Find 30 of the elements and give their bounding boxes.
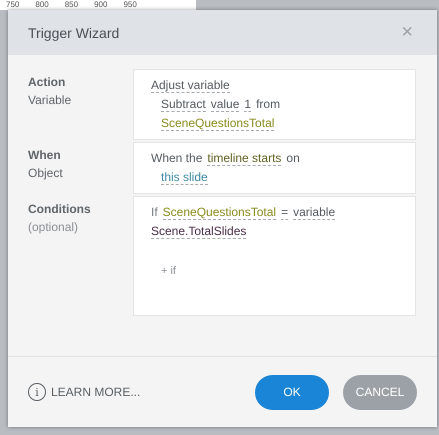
- option-link[interactable]: Subtract: [161, 97, 206, 112]
- rule-text: on: [286, 151, 300, 165]
- option-link[interactable]: 1: [244, 97, 252, 112]
- dialog-title: Trigger Wizard: [28, 24, 120, 40]
- option-link[interactable]: =: [281, 205, 288, 220]
- option-link[interactable]: SceneQuestionsTotal: [162, 205, 276, 220]
- ruler-label: 800: [35, 0, 49, 10]
- option-link[interactable]: timeline starts: [207, 151, 282, 166]
- option-link[interactable]: SceneQuestionsTotal: [161, 116, 274, 131]
- row-label: Variable: [28, 93, 72, 107]
- row-label: Conditions: [28, 202, 92, 216]
- option-link[interactable]: Adjust variable: [151, 78, 230, 93]
- option-link[interactable]: this slide: [161, 170, 208, 185]
- rule-text: from: [256, 97, 280, 111]
- info-icon: i: [28, 383, 46, 401]
- ruler-label: 900: [94, 0, 108, 10]
- row-label: When: [28, 148, 62, 162]
- ruler-label: 750: [6, 0, 20, 10]
- row-label: Object: [28, 166, 64, 180]
- option-link[interactable]: Scene.TotalSlides: [151, 224, 246, 239]
- rule-text: When the: [151, 151, 202, 165]
- ok-button[interactable]: OK: [255, 374, 329, 410]
- row-label: Action: [28, 75, 66, 89]
- learn-more-link[interactable]: i LEARN MORE...: [28, 383, 140, 401]
- option-link[interactable]: value: [210, 97, 240, 112]
- optional-note: (optional): [28, 220, 80, 234]
- ruler-label: 950: [123, 0, 137, 10]
- ruler-label: 850: [64, 0, 78, 10]
- rule-text: If: [151, 205, 158, 219]
- option-link[interactable]: variable: [293, 205, 336, 220]
